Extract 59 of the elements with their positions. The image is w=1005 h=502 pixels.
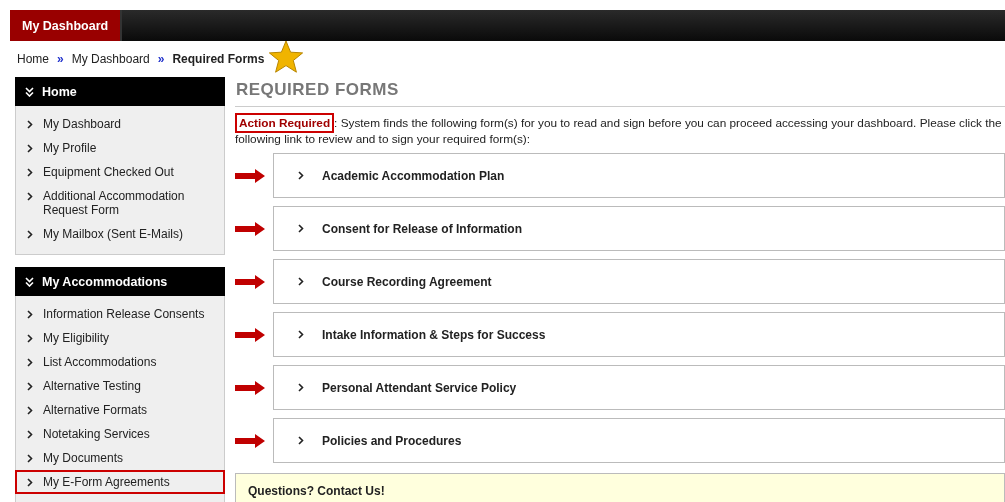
sidebar-header-title: Home [42, 84, 77, 99]
breadcrumb-link[interactable]: My Dashboard [71, 52, 150, 66]
nav-tab[interactable]: My Dashboard [10, 10, 123, 41]
arrow-icon [235, 327, 265, 342]
sidebar-item[interactable]: My Eligibility [15, 326, 225, 350]
sidebar-header[interactable]: Home [15, 77, 225, 106]
chevron-icon [298, 171, 304, 180]
collapse-icon [25, 86, 34, 97]
star-icon [268, 40, 305, 74]
chevron-icon [298, 277, 304, 286]
chevron-icon [27, 334, 33, 343]
form-accordion[interactable]: Course Recording Agreement [273, 259, 1005, 304]
chevron-icon [298, 224, 304, 233]
contact-title: Questions? Contact Us! [248, 484, 385, 498]
arrow-icon [235, 168, 265, 183]
sidebar-item[interactable]: Alternative Formats [15, 398, 225, 422]
form-accordion[interactable]: Consent for Release of Information [273, 206, 1005, 251]
sidebar-item[interactable]: Alternative Testing [15, 374, 225, 398]
chevron-icon [27, 120, 33, 129]
chevron-icon [27, 168, 33, 177]
arrow-icon [235, 380, 265, 395]
chevron-icon [27, 144, 33, 153]
sidebar-item[interactable]: Notetaking Services [15, 422, 225, 446]
sidebar-item[interactable]: My E-Form Agreements [15, 470, 225, 494]
sidebar-item[interactable]: My Dashboard [15, 112, 225, 136]
chevron-icon [27, 310, 33, 319]
sidebar-item[interactable]: Equipment Checked Out [15, 160, 225, 184]
arrow-icon [235, 433, 265, 448]
page-title: REQUIRED FORMS [235, 77, 1005, 107]
form-accordion[interactable]: Intake Information & Steps for Success [273, 312, 1005, 357]
arrow-icon [235, 221, 265, 236]
chevron-icon [27, 430, 33, 439]
breadcrumb-separator: » [157, 52, 165, 66]
collapse-icon [25, 276, 34, 287]
chevron-icon [27, 230, 33, 239]
chevron-icon [298, 383, 304, 392]
sidebar-item[interactable]: List Accommodations [15, 350, 225, 374]
sidebar-item[interactable]: My Profile [15, 136, 225, 160]
chevron-icon [298, 330, 304, 339]
breadcrumb-link[interactable]: Home [17, 52, 49, 66]
sidebar-item[interactable]: Additional Accommodation Request Form [15, 184, 225, 222]
chevron-icon [27, 382, 33, 391]
chevron-icon [27, 478, 33, 487]
form-accordion[interactable]: Personal Attendant Service Policy [273, 365, 1005, 410]
chevron-icon [27, 358, 33, 367]
sidebar-item[interactable]: My Documents [15, 446, 225, 470]
arrow-icon [235, 274, 265, 289]
notice-text: Action Required : System finds the following form(s) for you to read and sign before you can proceed accessing your dashboard. Please click the following link to review and to sign your required form(s): [235, 115, 1005, 147]
form-accordion[interactable]: Policies and Procedures [273, 418, 1005, 463]
chevron-icon [298, 436, 304, 445]
sidebar-item[interactable]: Information Release Consents [15, 302, 225, 326]
form-accordion[interactable]: Academic Accommodation Plan [273, 153, 1005, 198]
chevron-icon [27, 454, 33, 463]
chevron-icon [27, 406, 33, 415]
sidebar-header-title: My Accommodations [42, 274, 168, 289]
chevron-icon [27, 192, 33, 201]
sidebar-item[interactable]: My Mailbox (Sent E-Mails) [15, 222, 225, 246]
breadcrumb-separator: » [57, 52, 64, 66]
sidebar-header[interactable]: My Accommodations [15, 267, 225, 296]
